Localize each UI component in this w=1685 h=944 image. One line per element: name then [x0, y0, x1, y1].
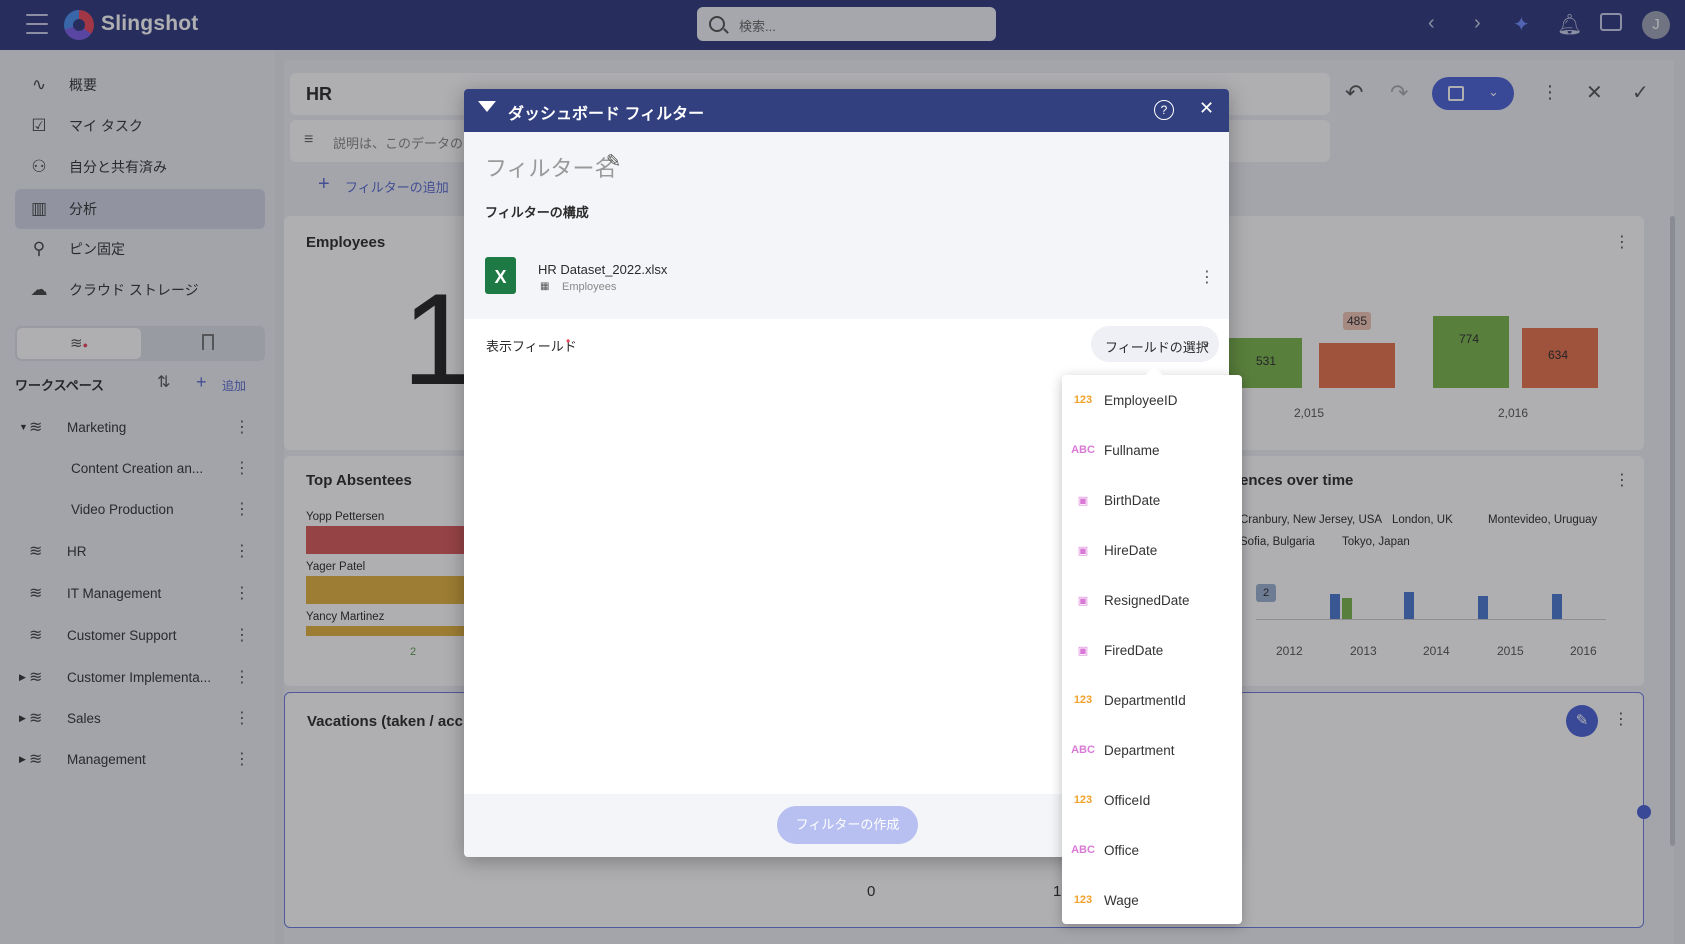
config-label: フィルターの構成	[485, 205, 589, 220]
select-field-button[interactable]: フィールドの選択 ⌄	[1091, 326, 1219, 362]
field-option[interactable]: 123 EmployeeID	[1062, 375, 1242, 425]
dialog-header: ダッシュボード フィルター ? ✕	[464, 89, 1229, 132]
field-name: BirthDate	[1104, 492, 1161, 508]
field-option[interactable]: ▣ FiredDate	[1062, 625, 1242, 675]
field-option[interactable]: 123 Wage	[1062, 875, 1242, 925]
field-name: OfficeId	[1104, 792, 1151, 808]
number-type-icon: 123	[1073, 794, 1093, 806]
select-field-label: フィールドの選択	[1105, 340, 1209, 355]
help-icon[interactable]: ?	[1154, 100, 1174, 120]
field-option[interactable]: ▣ ResignedDate	[1062, 575, 1242, 625]
create-filter-button[interactable]: フィルターの作成	[777, 806, 918, 844]
field-name: Office	[1104, 842, 1140, 858]
field-option[interactable]: ABC Fullname	[1062, 425, 1242, 475]
sheet-name: Employees	[562, 281, 617, 293]
field-name: Department	[1104, 742, 1175, 758]
excel-icon: X	[485, 257, 516, 294]
table-icon: ▦	[540, 281, 550, 292]
display-field-row: 表示フィールド • フィールドの選択 ⌄	[464, 319, 1229, 369]
close-icon[interactable]: ✕	[1199, 98, 1214, 119]
field-option[interactable]: 123 DepartmentId	[1062, 675, 1242, 725]
number-type-icon: 123	[1073, 894, 1093, 906]
filter-icon	[478, 101, 496, 112]
chevron-down-icon: ⌄	[1201, 335, 1212, 349]
field-name: HireDate	[1104, 542, 1158, 558]
field-dropdown: 123 EmployeeID ABC Fullname ▣ BirthDate ▣ Hi…	[1062, 366, 1242, 925]
text-type-icon: ABC	[1071, 744, 1095, 756]
text-type-icon: ABC	[1071, 844, 1095, 856]
calendar-icon: ▣	[1077, 644, 1089, 657]
file-name: HR Dataset_2022.xlsx	[538, 262, 668, 277]
dialog-title: ダッシュボード フィルター	[508, 106, 705, 123]
calendar-icon: ▣	[1077, 594, 1089, 607]
number-type-icon: 123	[1073, 394, 1093, 406]
field-option[interactable]: ABC Department	[1062, 725, 1242, 775]
display-field-label: 表示フィールド	[486, 339, 577, 354]
required-marker: •	[566, 334, 571, 348]
filter-name-field[interactable]: フィルター名	[485, 151, 617, 183]
field-option[interactable]: 123 OfficeId	[1062, 775, 1242, 825]
data-source-row: X HR Dataset_2022.xlsx ▦ Employees ⋮	[464, 237, 1229, 319]
calendar-icon: ▣	[1077, 494, 1089, 507]
field-name: Fullname	[1104, 442, 1160, 458]
more-icon[interactable]: ⋮	[1199, 267, 1215, 287]
edit-pencil-icon[interactable]: ✎	[606, 151, 621, 172]
field-name: EmployeeID	[1104, 392, 1178, 408]
field-name: Wage	[1104, 892, 1139, 908]
number-type-icon: 123	[1073, 694, 1093, 706]
field-option[interactable]: ▣ BirthDate	[1062, 475, 1242, 525]
field-option[interactable]: ABC Office	[1062, 825, 1242, 875]
field-name: ResignedDate	[1104, 592, 1190, 608]
calendar-icon: ▣	[1077, 544, 1089, 557]
field-name: DepartmentId	[1104, 692, 1186, 708]
field-option[interactable]: ▣ HireDate	[1062, 525, 1242, 575]
text-type-icon: ABC	[1071, 444, 1095, 456]
field-name: FiredDate	[1104, 642, 1164, 658]
